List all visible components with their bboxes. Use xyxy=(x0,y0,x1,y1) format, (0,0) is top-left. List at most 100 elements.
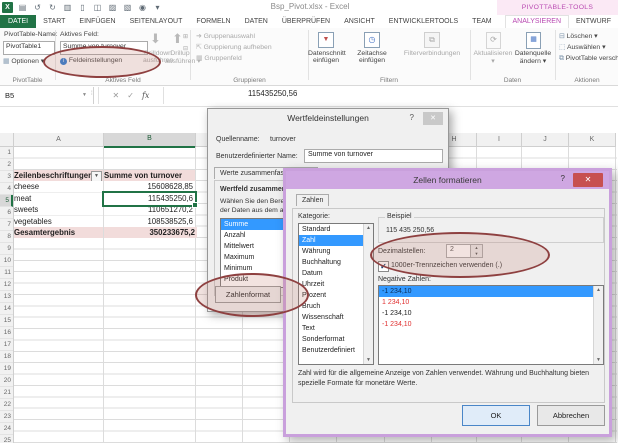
select-all-corner[interactable] xyxy=(0,133,14,147)
row-number[interactable]: 2 xyxy=(0,159,13,171)
tab-analysieren[interactable]: ANALYSIEREN xyxy=(505,15,570,28)
col-header-i[interactable]: I xyxy=(477,133,522,147)
new-document-icon[interactable]: ▯ xyxy=(77,2,88,13)
row-number[interactable]: 4 xyxy=(0,183,13,195)
tab-daten[interactable]: DATEN xyxy=(238,15,275,28)
row-number[interactable]: 3 xyxy=(0,171,13,183)
thousands-separator-checkbox[interactable]: ✓ xyxy=(378,261,389,272)
tab-ansicht[interactable]: ANSICHT xyxy=(337,15,382,28)
tab-datei[interactable]: DATEI xyxy=(0,15,36,28)
col-header-j[interactable]: J xyxy=(522,133,569,147)
tab-entwurf[interactable]: ENTWURF xyxy=(569,15,618,28)
ribbon-gruppenauswahl[interactable]: ➜ Gruppenauswahl xyxy=(196,32,272,40)
row-number[interactable]: 23 xyxy=(0,411,13,423)
col-header-b[interactable]: B xyxy=(104,133,196,148)
ribbon-gruppierung-aufheben[interactable]: ⇱ Gruppierung aufheben xyxy=(196,43,272,51)
pivot-total-label[interactable]: Gesamtergebnis xyxy=(14,227,103,238)
filter-dropdown-icon[interactable]: ▼ xyxy=(91,171,102,181)
tab-einfuegen[interactable]: EINFÜGEN xyxy=(72,15,122,28)
print-preview-icon[interactable]: ◫ xyxy=(92,2,103,13)
row-number[interactable]: 24 xyxy=(0,423,13,435)
undo-icon[interactable]: ↺ xyxy=(32,2,43,13)
pivot-row-label[interactable]: meat xyxy=(14,193,103,204)
row-number[interactable]: 16 xyxy=(0,327,13,339)
camera-icon[interactable]: ◉ xyxy=(137,2,148,13)
decimals-spinner[interactable]: ▲▼ xyxy=(470,244,483,258)
save-icon[interactable]: ▤ xyxy=(17,2,28,13)
insert-icon[interactable]: ▧ xyxy=(122,2,133,13)
row-number[interactable]: 9 xyxy=(0,243,13,255)
row-number[interactable]: 21 xyxy=(0,387,13,399)
tab-team[interactable]: TEAM xyxy=(465,15,498,28)
expand-field-icon[interactable]: ⊞ xyxy=(183,33,188,40)
row-number[interactable]: 11 xyxy=(0,267,13,279)
change-data-source-icon[interactable]: ▦ xyxy=(526,32,541,49)
pivot-row-label[interactable]: sweets xyxy=(14,204,103,215)
row-number[interactable]: 22 xyxy=(0,399,13,411)
collapse-field-icon[interactable]: ⊟ xyxy=(183,45,188,52)
row-number[interactable]: 18 xyxy=(0,351,13,363)
decimals-input[interactable]: 2 xyxy=(446,244,472,258)
row-number[interactable]: 5 xyxy=(0,195,13,207)
close-icon[interactable]: ✕ xyxy=(573,173,603,187)
category-scrollbar[interactable]: ▲▼ xyxy=(363,224,373,364)
close-icon[interactable]: ✕ xyxy=(423,112,443,125)
tab-ueberpruefen[interactable]: ÜBERPRÜFEN xyxy=(275,15,337,28)
ribbon-loeschen[interactable]: ⊟ Löschen ▾ xyxy=(559,32,618,40)
pivot-row-label[interactable]: vegetables xyxy=(14,216,103,227)
row-number[interactable]: 25 xyxy=(0,435,13,443)
row-number[interactable]: 15 xyxy=(0,315,13,327)
ribbon-gruppenfeld[interactable]: ▦ Gruppenfeld xyxy=(196,54,272,62)
drillup-icon[interactable]: ⬆ xyxy=(172,32,183,46)
tab-seitenlayout[interactable]: SEITENLAYOUT xyxy=(123,15,190,28)
formula-value[interactable]: 115435250,56 xyxy=(248,89,297,98)
row-number[interactable]: 6 xyxy=(0,207,13,219)
row-number[interactable]: 8 xyxy=(0,231,13,243)
slicer-icon[interactable]: ▼ xyxy=(318,32,334,48)
row-number[interactable]: 10 xyxy=(0,255,13,267)
fill-handle[interactable] xyxy=(192,202,198,208)
drilldown-icon[interactable]: ⬇ xyxy=(150,32,161,46)
name-box[interactable]: B5▼ xyxy=(0,87,94,104)
pivot-header-row-labels[interactable]: Zeilenbeschriftungen ▼ xyxy=(14,170,103,181)
row-number[interactable]: 17 xyxy=(0,339,13,351)
row-number[interactable]: 19 xyxy=(0,363,13,375)
format-painter-icon[interactable]: ▨ xyxy=(107,2,118,13)
pivottable-name-input[interactable]: PivotTable1 xyxy=(3,41,55,55)
active-field-input[interactable]: Summe von turnover xyxy=(60,41,148,55)
ok-button[interactable]: OK xyxy=(462,405,530,426)
cancel-button[interactable]: Abbrechen xyxy=(537,405,605,426)
tab-entwicklertools[interactable]: ENTWICKLERTOOLS xyxy=(382,15,465,28)
row-number[interactable]: 7 xyxy=(0,219,13,231)
pivot-row-value[interactable]: 108538525,6 xyxy=(104,216,195,227)
row-number[interactable]: 13 xyxy=(0,291,13,303)
tab-formeln[interactable]: FORMELN xyxy=(189,15,237,28)
negative-list-scrollbar[interactable]: ▲▼ xyxy=(593,286,603,364)
row-number[interactable]: 1 xyxy=(0,147,13,159)
ribbon-auswaehlen[interactable]: ⬚ Auswählen ▾ xyxy=(559,43,618,51)
pivot-total-value[interactable]: 350233675,2 xyxy=(104,227,197,238)
pivot-header-values[interactable]: Summe von turnover xyxy=(104,170,195,181)
tab-start[interactable]: START xyxy=(36,15,72,28)
drillup-button[interactable]: Drillupausführen ▾ xyxy=(165,50,195,65)
help-icon[interactable]: ? xyxy=(561,174,565,183)
change-data-source-button[interactable]: Datenquelleändern ▾ xyxy=(512,50,554,65)
insert-slicer-button[interactable]: Datenschnitteinfügen xyxy=(308,50,344,64)
row-number[interactable]: 20 xyxy=(0,375,13,387)
insert-function-icon[interactable]: fx xyxy=(142,91,149,100)
help-icon[interactable]: ? xyxy=(410,113,414,122)
print-icon[interactable]: ▥ xyxy=(62,2,73,13)
excel-logo[interactable]: X xyxy=(2,2,13,13)
options-button[interactable]: ▦ Optionen ▾ xyxy=(3,57,44,65)
redo-icon[interactable]: ↻ xyxy=(47,2,58,13)
insert-timeline-button[interactable]: Zeitachseeinfügen xyxy=(354,50,390,64)
row-number[interactable]: 12 xyxy=(0,279,13,291)
number-format-button[interactable]: Zahlenformat xyxy=(215,286,281,303)
ribbon-pivottable-verschieben[interactable]: ⧉ PivotTable versch ▾ xyxy=(559,54,618,63)
cancel-entry-icon[interactable]: ✕ xyxy=(113,91,120,100)
col-header-a[interactable]: A xyxy=(14,133,104,147)
tab-zahlen[interactable]: Zahlen xyxy=(296,194,329,206)
col-header-k[interactable]: K xyxy=(569,133,616,147)
confirm-entry-icon[interactable]: ✓ xyxy=(127,91,134,100)
row-number[interactable]: 14 xyxy=(0,303,13,315)
